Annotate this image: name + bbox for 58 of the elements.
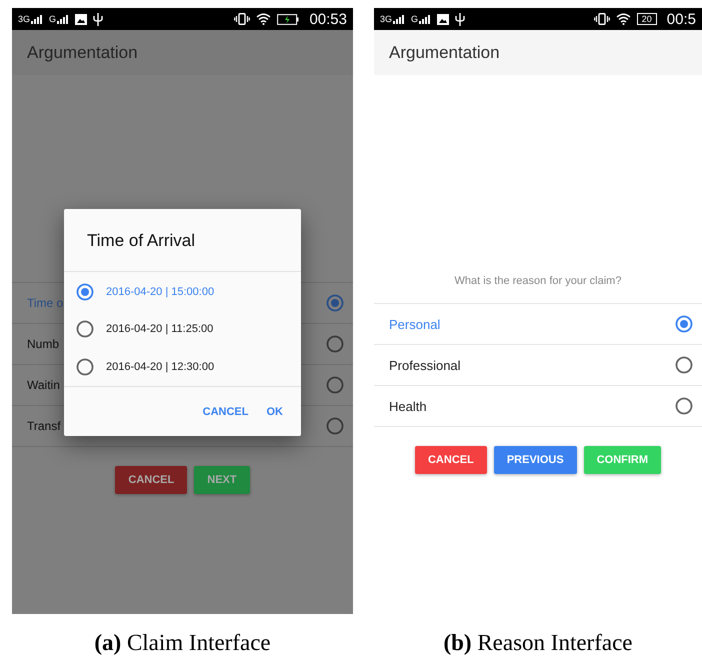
dialog-button[interactable]: CANCEL xyxy=(198,402,252,422)
usb-icon xyxy=(93,12,104,26)
vibrate-icon xyxy=(594,13,610,25)
option-label: Health xyxy=(389,398,427,414)
image-icon xyxy=(75,14,88,24)
signal-icon xyxy=(419,14,432,24)
action-button[interactable]: CANCEL xyxy=(414,446,487,474)
network-label: 3G xyxy=(380,14,392,24)
option-row[interactable]: Health xyxy=(374,385,702,426)
signal-icon xyxy=(393,14,406,24)
figure-caption: (a) Claim Interface xyxy=(94,630,271,656)
option-label: Time o xyxy=(27,296,64,310)
vibrate-icon xyxy=(234,13,250,25)
action-button[interactable]: CONFIRM xyxy=(584,446,662,474)
radio-button[interactable] xyxy=(675,356,693,374)
clock-time: 00:5 xyxy=(666,10,696,28)
signal-icon xyxy=(31,14,44,24)
option-label: Numb xyxy=(27,337,60,351)
option-label: Waitin xyxy=(27,378,60,392)
option-row[interactable]: Professional xyxy=(374,344,702,385)
radio-button[interactable] xyxy=(76,358,94,376)
action-button[interactable]: NEXT xyxy=(194,466,250,494)
wifi-icon xyxy=(616,13,631,25)
dialog-option[interactable]: 2016-04-20 | 12:30:00 xyxy=(64,348,301,386)
figure-caption: (b) Reason Interface xyxy=(443,630,633,656)
option-label: 2016-04-20 | 11:25:00 xyxy=(106,323,214,336)
radio-button[interactable] xyxy=(675,397,693,415)
image-icon xyxy=(437,14,450,24)
network-label: G xyxy=(411,14,418,24)
clock-time: 00:53 xyxy=(309,10,347,28)
wifi-icon xyxy=(256,13,272,25)
radio-button[interactable] xyxy=(675,315,693,333)
radio-button[interactable] xyxy=(76,320,94,338)
radio-button[interactable] xyxy=(326,417,344,435)
option-label: Professional xyxy=(389,358,461,372)
dialog-option[interactable]: 2016-04-20 | 15:00:00 xyxy=(64,273,301,310)
option-row[interactable]: Personal xyxy=(374,303,702,344)
app-title: Argumentation xyxy=(27,42,138,62)
dialog-button[interactable]: OK xyxy=(262,402,287,422)
dialog-option[interactable]: 2016-04-20 | 11:25:00 xyxy=(64,310,301,348)
radio-button[interactable] xyxy=(326,335,344,353)
radio-button[interactable] xyxy=(76,282,94,301)
radio-button[interactable] xyxy=(326,294,344,312)
network-label: 3G xyxy=(18,14,30,24)
question-text: What is the reason for your claim? xyxy=(454,274,622,289)
network-label: G xyxy=(49,14,56,24)
action-button[interactable]: CANCEL xyxy=(115,466,188,494)
radio-button[interactable] xyxy=(326,376,344,394)
option-label: Personal xyxy=(389,316,440,332)
battery-icon: 20 xyxy=(636,13,657,25)
option-label: Transf xyxy=(27,419,61,433)
usb-icon xyxy=(455,12,466,26)
option-label: 2016-04-20 | 15:00:00 xyxy=(106,286,214,298)
dialog-title: Time of Arrival xyxy=(64,209,301,272)
signal-icon xyxy=(57,14,70,24)
app-title: Argumentation xyxy=(389,42,500,62)
option-label: 2016-04-20 | 12:30:00 xyxy=(106,360,214,373)
action-button[interactable]: PREVIOUS xyxy=(494,446,577,474)
